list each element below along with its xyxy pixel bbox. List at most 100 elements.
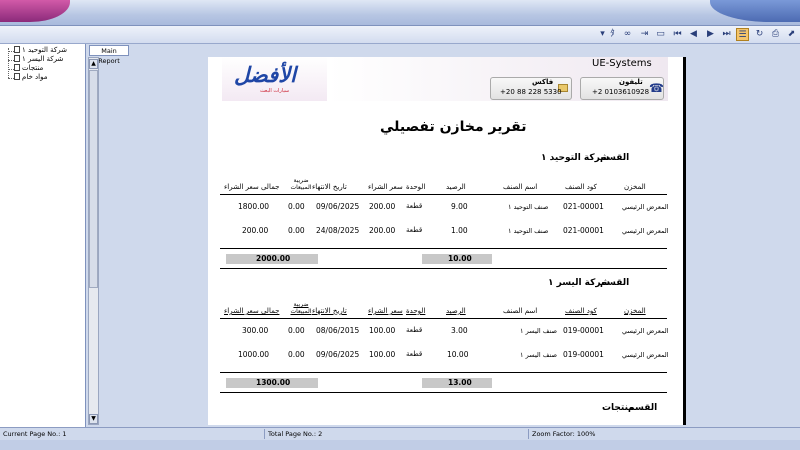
tree-item-label: مواد خام — [22, 73, 48, 81]
print-icon[interactable]: ⎙ — [769, 28, 782, 41]
cell-balance: 9.00 — [451, 202, 468, 211]
fax-label: فاكس — [532, 78, 554, 86]
cell-expiry: 08/06/2015 — [316, 326, 360, 335]
phone-icon: ☎ — [649, 81, 664, 95]
col-code: كود الصنف — [565, 183, 597, 191]
report-page: الأفضل سيارات البعث UE-Systems فاكس +20 … — [208, 57, 686, 425]
col-tax: ضريبة المبيعات — [290, 301, 312, 315]
fax-value: +20 88 228 5330 — [500, 88, 562, 96]
phone-label: تليفون — [619, 78, 643, 86]
cell-store: المعرض الرئيسي — [622, 227, 669, 235]
divider — [220, 392, 667, 393]
cell-tax: 0.00 — [288, 202, 305, 211]
divider — [220, 248, 667, 249]
cell-balance: 10.00 — [447, 350, 469, 359]
tree-item[interactable]: منتجات — [14, 64, 43, 73]
cell-price: 100.00 — [369, 350, 396, 359]
first-page-icon[interactable]: ⏮ — [671, 28, 684, 41]
col-balance: الرصيد — [446, 307, 466, 315]
col-price: سعر الشراء — [368, 183, 403, 191]
cell-expiry: 09/06/2025 — [316, 350, 360, 359]
report-toolbar: ▾ ﾀ ∞ ⇥ ▭ ⏮ ◀ ▶ ⏭ ☰ ↻ ⎙ ⬈ — [0, 26, 800, 44]
divider — [220, 372, 667, 373]
window-controls[interactable] — [710, 0, 800, 22]
document-icon — [14, 64, 20, 71]
logo: الأفضل — [234, 63, 296, 87]
tree-item[interactable]: شركة اليسر ١ — [14, 55, 63, 64]
cell-tax: 0.00 — [288, 326, 305, 335]
cell-code: 019-00001 — [563, 350, 604, 359]
group-tree: شركة التوحيد ١ شركة اليسر ١ منتجات مواد … — [0, 44, 86, 427]
status-bar: Current Page No.: 1 Total Page No.: 2 Zo… — [0, 427, 800, 450]
prev-page-icon[interactable]: ◀ — [687, 28, 700, 41]
report-title: تقرير مخازن تفصيلي — [380, 119, 527, 135]
cell-name: صنف اليسر ١ — [520, 327, 557, 335]
app-orb[interactable] — [0, 0, 70, 22]
cell-balance: 1.00 — [451, 226, 468, 235]
cell-price: 200.00 — [369, 202, 396, 211]
cell-unit: قطعة — [406, 202, 423, 210]
section-total: 1300.00 — [226, 378, 318, 388]
section-balance-total: 10.00 — [422, 254, 492, 264]
section-name: شركة اليسر ١ — [548, 278, 610, 288]
scroll-thumb[interactable] — [89, 70, 98, 288]
cell-name: صنف اليسر ١ — [520, 351, 557, 359]
search-text-icon[interactable]: ﾀ — [606, 28, 619, 41]
cell-name: صنف التوحيد ١ — [508, 227, 549, 235]
export-report-icon[interactable]: ⬈ — [785, 28, 798, 41]
cell-total: 300.00 — [242, 326, 269, 335]
vertical-scrollbar[interactable]: ▲ ▼ — [88, 57, 99, 425]
section-name: شركة التوحيد ١ — [541, 153, 610, 163]
logo-subtitle: سيارات البعث — [260, 88, 290, 94]
col-name: اسم الصنف — [503, 183, 538, 191]
tree-item-label: شركة التوحيد ١ — [22, 46, 67, 54]
cell-tax: 0.00 — [288, 350, 305, 359]
col-expiry: تاريخ الانتهاء — [312, 307, 347, 315]
section-total: 2000.00 — [226, 254, 318, 264]
col-unit: الوحدة — [406, 183, 426, 191]
next-page-icon[interactable]: ▶ — [704, 28, 717, 41]
section-balance-total: 13.00 — [422, 378, 492, 388]
col-code: كود الصنف — [565, 307, 597, 315]
col-unit: الوحدة — [406, 307, 426, 315]
tree-item[interactable]: مواد خام — [14, 73, 47, 82]
page-icon[interactable]: ▭ — [654, 28, 667, 41]
refresh-icon[interactable]: ↻ — [753, 28, 766, 41]
col-balance: الرصيد — [446, 183, 466, 191]
document-icon — [14, 73, 20, 80]
cell-tax: 0.00 — [288, 226, 305, 235]
current-page-status: Current Page No.: 1 — [0, 429, 265, 439]
group-tree-icon[interactable]: ☰ — [736, 28, 749, 41]
cell-code: 021-00001 — [563, 226, 604, 235]
divider — [220, 268, 667, 269]
cell-expiry: 24/08/2025 — [316, 226, 360, 235]
col-store: المخزن — [624, 183, 646, 191]
binoculars-icon[interactable]: ∞ — [621, 28, 634, 41]
export-icon[interactable]: ⇥ — [638, 28, 651, 41]
cell-store: المعرض الرئيسي — [622, 203, 669, 211]
tree-item[interactable]: شركة التوحيد ١ — [14, 46, 67, 55]
col-total: جمالى سعر الشراء — [224, 183, 280, 191]
col-store: المخزن — [624, 307, 646, 315]
cell-unit: قطعة — [406, 226, 423, 234]
total-page-status: Total Page No.: 2 — [265, 429, 529, 439]
col-name: اسم الصنف — [503, 307, 538, 315]
scroll-up-icon[interactable]: ▲ — [89, 59, 98, 69]
tree-item-label: منتجات — [22, 64, 44, 72]
tree-item-label: شركة اليسر ١ — [22, 55, 64, 63]
status-strip — [0, 440, 800, 450]
cell-total: 1800.00 — [238, 202, 270, 211]
col-price: سعر الشراء — [368, 307, 403, 315]
document-icon — [14, 55, 20, 62]
company-name: UE-Systems — [592, 58, 652, 69]
zoom-status: Zoom Factor: 100% — [532, 430, 596, 438]
section-name: منتجات — [602, 403, 634, 413]
col-expiry: تاريخ الانتهاء — [312, 183, 347, 191]
col-total: جمالى سعر الشراء — [224, 307, 280, 315]
last-page-icon[interactable]: ⏭ — [720, 28, 733, 41]
window-titlebar — [0, 0, 800, 26]
tab-main-report[interactable]: Main Report — [89, 45, 129, 65]
cell-balance: 3.00 — [451, 326, 468, 335]
cell-price: 100.00 — [369, 326, 396, 335]
scroll-down-icon[interactable]: ▼ — [89, 414, 98, 424]
